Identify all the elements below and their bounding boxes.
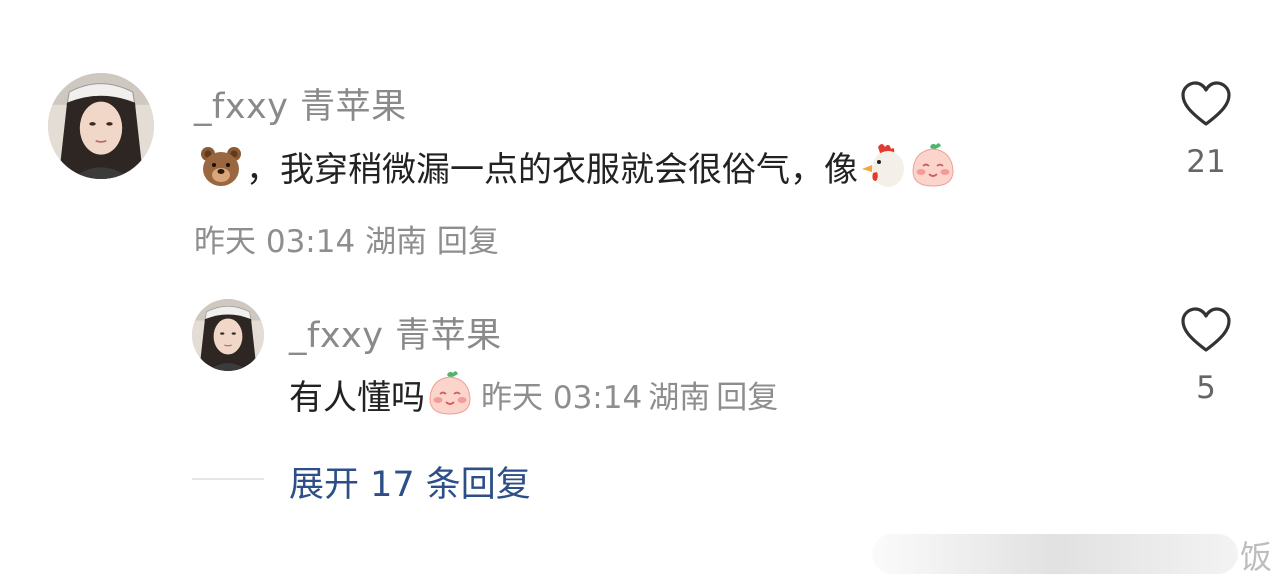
blushing-face-emoji: [908, 141, 958, 191]
comment-meta: 昨天 03:14 湖南 回复: [194, 216, 499, 261]
watermark-text: 饭: [1240, 538, 1273, 576]
watermark-overlay: [872, 534, 1238, 574]
like-button[interactable]: 21: [1176, 80, 1236, 180]
comment-text: ，我穿稍微漏一点的衣服就会很俗气，像: [196, 140, 958, 192]
reply-username[interactable]: _fxxy 青苹果: [289, 307, 502, 358]
comment-body: ，我穿稍微漏一点的衣服就会很俗气，像: [246, 149, 858, 190]
reply-location: 湖南: [648, 379, 711, 416]
avatar-photo: [192, 299, 264, 371]
heart-outline-icon: [1181, 81, 1231, 126]
expand-divider: [192, 478, 264, 480]
comment-location: 湖南: [365, 224, 428, 260]
blushing-face-emoji: [425, 369, 475, 419]
reply-button[interactable]: 回复: [437, 224, 499, 260]
rooster-emoji: [858, 141, 908, 191]
reply-like-button[interactable]: 5: [1176, 306, 1236, 406]
avatar[interactable]: [48, 73, 154, 179]
reply-avatar[interactable]: [192, 299, 264, 371]
comment-time: 昨天 03:14: [194, 224, 356, 260]
comment-username[interactable]: _fxxy 青苹果: [194, 78, 407, 129]
avatar-photo: [48, 73, 154, 179]
reply-time: 昨天 03:14: [481, 379, 643, 416]
reply-text: 有人懂吗 昨天 03:14 湖南 回复: [289, 368, 778, 420]
expand-replies-button[interactable]: 展开 17 条回复: [289, 456, 531, 507]
reply-reply-button[interactable]: 回复: [716, 372, 778, 417]
reply-body: 有人懂吗: [289, 377, 425, 418]
heart-outline-icon: [1181, 307, 1231, 352]
reply-like-count: 5: [1196, 370, 1216, 406]
bear-emoji: [196, 141, 246, 191]
like-count: 21: [1186, 144, 1226, 180]
